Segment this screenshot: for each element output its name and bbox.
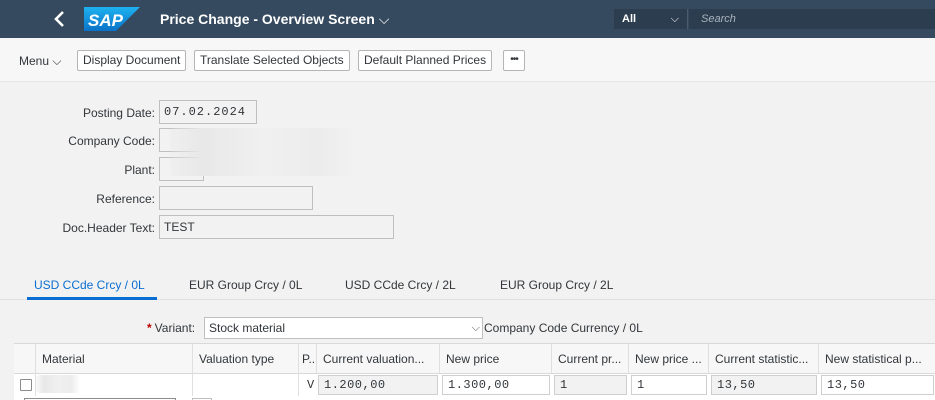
column-header-valuation-type[interactable]: Valuation type: [192, 344, 298, 374]
active-tab-indicator: [27, 297, 157, 300]
column-header-new-price-unit[interactable]: New price ...: [628, 344, 708, 374]
new-price-unit-input[interactable]: 1: [631, 375, 707, 395]
posting-date-label: Posting Date:: [82, 106, 155, 120]
current-price-unit-cell: 1: [554, 375, 627, 395]
variant-label: * Variant:: [147, 321, 195, 335]
variant-value: Stock material: [209, 321, 286, 335]
redacted-area: [170, 128, 356, 176]
tab-usd-ccde-2l[interactable]: USD CCde Crcy / 2L: [345, 278, 456, 292]
more-options-button[interactable]: •••: [503, 50, 525, 71]
column-header-current-price-unit[interactable]: Current pr...: [551, 344, 628, 374]
new-statistical-input[interactable]: 13,50: [821, 375, 934, 395]
variant-select[interactable]: Stock material ⌵: [204, 317, 483, 339]
current-valuation-cell: 1.200,00: [318, 375, 438, 395]
svg-text:SAP: SAP: [88, 11, 124, 30]
price-control-cell: V: [298, 374, 316, 396]
doc-header-text-field[interactable]: TEST: [159, 215, 394, 239]
column-header-new-price[interactable]: New price: [439, 344, 551, 374]
column-header-current-statistical[interactable]: Current statistic...: [708, 344, 818, 374]
tab-eur-group-0l[interactable]: EUR Group Crcy / 0L: [189, 278, 302, 292]
column-header-material[interactable]: Material: [35, 344, 192, 374]
currency-description: Company Code Currency / 0L: [484, 321, 643, 335]
chevron-down-icon: ⌵: [471, 322, 480, 334]
reference-field[interactable]: [159, 186, 313, 210]
tab-usd-ccde-0l[interactable]: USD CCde Crcy / 0L: [34, 278, 145, 292]
app-title-text: Price Change - Overview Screen: [160, 11, 375, 27]
currency-tabs: USD CCde Crcy / 0L EUR Group Crcy / 0L U…: [0, 268, 935, 300]
column-header-new-statistical[interactable]: New statistical p...: [818, 344, 935, 374]
search-input[interactable]: [689, 9, 935, 29]
app-title[interactable]: Price Change - Overview Screen ⌵: [160, 11, 389, 28]
menu-label: Menu: [19, 54, 50, 68]
plant-label: Plant:: [124, 163, 155, 177]
row-select-checkbox[interactable]: [20, 379, 32, 391]
toolbar: Menu ⌵ Display Document Translate Select…: [0, 38, 935, 82]
reference-label: Reference:: [96, 192, 155, 206]
chevron-down-icon: ⌵: [670, 13, 679, 25]
required-marker: *: [147, 321, 152, 335]
chevron-down-icon: ⌵: [52, 54, 62, 68]
price-table: Material Valuation type P... Current val…: [14, 343, 935, 400]
doc-header-text-label: Doc.Header Text:: [62, 221, 156, 235]
company-code-label: Company Code:: [68, 134, 155, 148]
default-planned-prices-button[interactable]: Default Planned Prices: [358, 50, 493, 71]
select-all-header[interactable]: [14, 344, 35, 374]
display-document-button[interactable]: Display Document: [77, 50, 187, 71]
variant-label-text: Variant:: [154, 321, 196, 335]
column-header-p[interactable]: P...: [298, 344, 316, 374]
tab-eur-group-2l[interactable]: EUR Group Crcy / 2L: [500, 278, 613, 292]
chevron-down-icon: ⌵: [378, 11, 390, 27]
search-scope-label: All: [622, 13, 637, 25]
current-statistical-cell: 13,50: [711, 375, 817, 395]
material-cell[interactable]: [35, 374, 192, 396]
posting-date-field[interactable]: 07.02.2024: [159, 100, 257, 124]
menu-button[interactable]: Menu ⌵: [19, 54, 61, 69]
new-price-input[interactable]: 1.300,00: [442, 375, 550, 395]
valuation-type-cell[interactable]: [192, 374, 298, 396]
back-arrow-icon[interactable]: [52, 8, 68, 30]
shell-header: SAP Price Change - Overview Screen ⌵ All …: [0, 0, 935, 38]
sap-logo[interactable]: SAP: [84, 7, 140, 31]
translate-selected-objects-button[interactable]: Translate Selected Objects: [194, 50, 350, 71]
search-scope-select[interactable]: All ⌵: [614, 9, 688, 29]
column-header-current-valuation[interactable]: Current valuation...: [316, 344, 439, 374]
